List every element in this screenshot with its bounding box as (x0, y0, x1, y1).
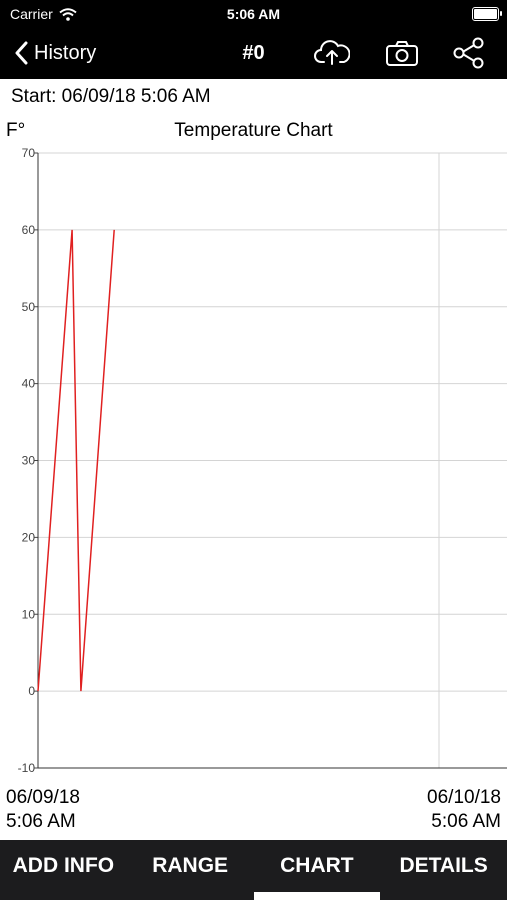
y-tick-label: 40 (22, 377, 36, 391)
tab-details[interactable]: DETAILS (380, 840, 507, 900)
x-axis-start-date: 06/09/18 (6, 787, 80, 808)
back-button[interactable]: History (14, 30, 96, 76)
cloud-upload-button[interactable] (314, 36, 351, 70)
y-tick-label: -10 (18, 761, 36, 775)
camera-icon (386, 41, 418, 66)
bottom-tab-bar: ADD INFO RANGE CHART DETAILS (0, 840, 507, 900)
tab-add-info[interactable]: ADD INFO (0, 840, 127, 900)
y-tick-label: 30 (22, 454, 36, 468)
tab-chart[interactable]: CHART (253, 840, 381, 900)
y-tick-label: 60 (22, 223, 36, 237)
back-label: History (34, 41, 97, 64)
y-tick-label: 10 (22, 607, 36, 621)
tab-range[interactable]: RANGE (127, 840, 254, 900)
y-tick-label: 0 (28, 684, 35, 698)
temperature-chart: -10 0 10 20 30 40 50 60 70 (18, 146, 507, 775)
x-axis-end-label: 06/10/18 5:06 AM (427, 786, 501, 834)
x-axis-start-time: 5:06 AM (6, 811, 76, 832)
camera-button[interactable] (384, 36, 420, 70)
top-bar: Carrier 5:06 AM #0 History (0, 0, 507, 79)
status-time: 5:06 AM (226, 6, 281, 22)
chart-title: Temperature Chart (174, 120, 333, 141)
battery-icon (472, 7, 502, 21)
y-tick-label: 70 (22, 146, 36, 160)
chevron-left-icon (15, 41, 28, 65)
cloud-upload-icon (314, 40, 351, 65)
x-axis-end-time: 5:06 AM (431, 811, 501, 832)
y-tick-label: 20 (22, 530, 36, 544)
x-axis-start-label: 06/09/18 5:06 AM (6, 786, 80, 834)
share-icon (453, 37, 484, 69)
status-bar: Carrier 5:06 AM (0, 0, 507, 28)
start-label: Start: 06/09/18 5:06 AM (11, 86, 211, 107)
navigation-bar: #0 History (0, 30, 507, 76)
x-axis-end-date: 06/10/18 (427, 787, 501, 808)
share-button[interactable] (451, 36, 487, 70)
y-tick-label: 50 (22, 300, 36, 314)
